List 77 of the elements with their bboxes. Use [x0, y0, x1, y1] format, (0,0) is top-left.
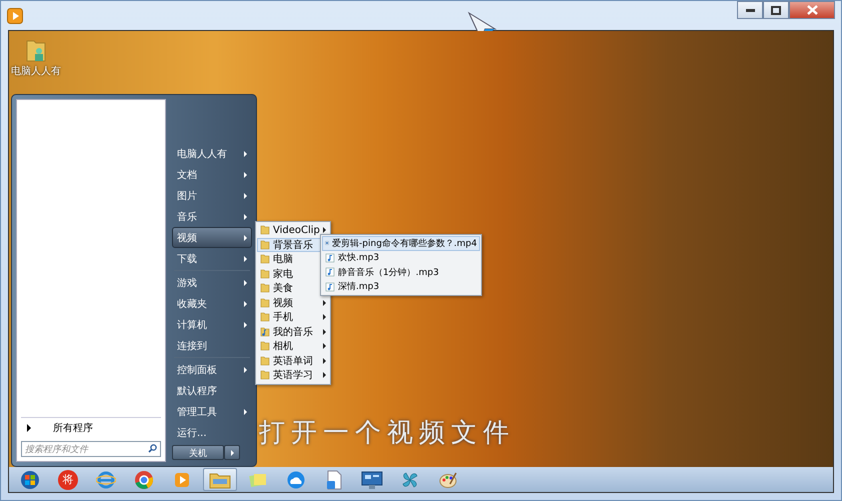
start-menu-item[interactable]: 运行...	[172, 422, 252, 443]
arrow-icon	[244, 192, 247, 198]
start-menu-item[interactable]: 控制面板	[172, 359, 252, 380]
start-menu-item[interactable]: 收藏夹	[172, 293, 252, 314]
folder-menu-item[interactable]: 相机	[257, 339, 329, 354]
folder-icon	[260, 283, 270, 294]
arrow-icon	[230, 450, 234, 456]
maximize-button[interactable]	[763, 1, 789, 19]
arrow-icon	[323, 328, 326, 335]
folder-menu-item[interactable]: 英语学习	[257, 368, 329, 382]
start-orb-icon	[20, 470, 40, 490]
arrow-icon	[244, 366, 247, 372]
arrow-icon	[323, 372, 326, 378]
browser-e-icon	[96, 470, 116, 490]
arrow-icon	[244, 234, 247, 240]
desktop-icon-label: 电脑人人有	[11, 64, 61, 78]
cloud-icon	[286, 470, 306, 490]
shutdown-options-button[interactable]	[224, 445, 240, 460]
arrow-icon	[244, 150, 247, 156]
folder-icon	[260, 312, 270, 322]
start-menu-item[interactable]: 默认程序	[172, 380, 252, 401]
folder-menu-item[interactable]: 视频	[257, 296, 329, 310]
arrow-icon	[323, 300, 326, 306]
close-button[interactable]	[789, 1, 835, 19]
arrow-icon	[244, 300, 247, 306]
start-menu-item[interactable]: 图片	[172, 185, 252, 206]
arrow-icon	[323, 343, 326, 350]
folder-icon	[260, 341, 270, 352]
start-menu-item[interactable]: 视频	[172, 227, 252, 248]
audio-file-icon	[325, 252, 335, 263]
start-menu-item[interactable]: 电脑人人有	[172, 143, 252, 164]
arrow-icon	[244, 172, 247, 178]
audio-file-icon	[325, 267, 335, 278]
file-menu-item[interactable]: 深情.mp3	[322, 280, 480, 294]
start-menu-item[interactable]: 计算机	[172, 314, 252, 335]
arrow-icon	[323, 358, 326, 364]
start-menu-item[interactable]: 连接到	[172, 335, 252, 356]
video-subtitle: 打开一个视频文件	[259, 417, 515, 450]
music-folder-icon	[260, 326, 270, 337]
minimize-icon	[746, 8, 754, 12]
arrow-icon	[244, 322, 247, 328]
file-menu-item[interactable]: 欢快.mp3	[322, 250, 480, 265]
play-icon	[7, 8, 23, 24]
start-menu-item[interactable]: 文档	[172, 164, 252, 185]
start-menu-item[interactable]: 游戏	[172, 272, 252, 293]
audio-file-icon	[325, 282, 335, 292]
folder-icon	[260, 268, 270, 279]
folder-icon	[260, 370, 270, 380]
chrome-icon	[134, 470, 154, 490]
file-menu-item[interactable]: 爱剪辑-ping命令有哪些参数？.mp4	[322, 236, 480, 250]
folder-icon	[260, 356, 270, 366]
folder-icon	[260, 254, 270, 264]
arrow-icon	[244, 256, 247, 262]
folder-menu-item[interactable]: 手机	[257, 310, 329, 324]
arrow-icon	[244, 408, 247, 414]
arrow-icon	[323, 314, 326, 320]
search-field[interactable]: 搜索程序和文件	[21, 441, 161, 457]
folder-icon	[260, 298, 270, 308]
folder-icon	[260, 240, 270, 250]
arrow-icon	[244, 214, 247, 220]
folder-icon	[209, 470, 231, 488]
folder-icon	[260, 225, 270, 236]
triangle-icon	[27, 424, 31, 432]
shutdown-button[interactable]: 关机	[172, 445, 224, 460]
arrow-icon	[244, 280, 247, 286]
search-icon	[148, 444, 157, 453]
start-menu-item[interactable]: 管理工具	[172, 401, 252, 422]
file-menu-item[interactable]: 静音音乐（1分钟）.mp3	[322, 265, 480, 280]
minimize-button[interactable]	[737, 1, 763, 19]
close-icon	[806, 5, 818, 15]
start-menu-item[interactable]: 音乐	[172, 206, 252, 227]
folder-menu-item[interactable]: 我的音乐	[257, 324, 329, 339]
maximize-icon	[771, 6, 781, 14]
monitor-icon	[361, 470, 383, 490]
start-menu-item[interactable]: 下载	[172, 248, 252, 269]
document-icon	[326, 470, 342, 490]
folder-menu-item[interactable]: 英语单词	[257, 354, 329, 368]
